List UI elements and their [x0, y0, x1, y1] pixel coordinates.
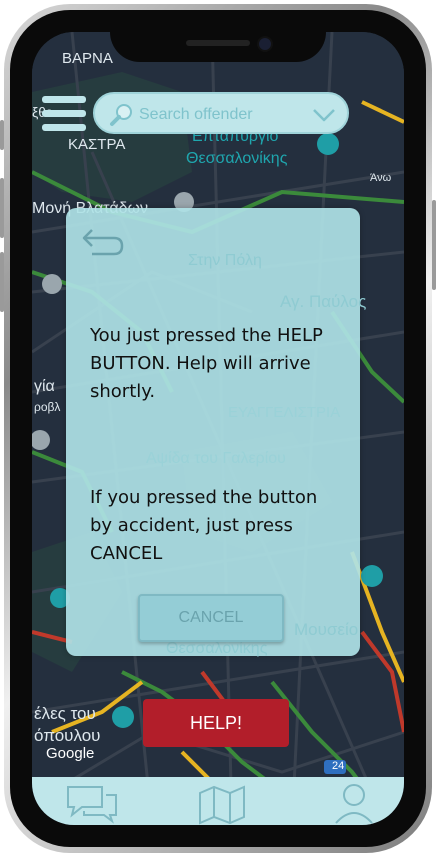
hamburger-icon: [42, 96, 86, 103]
power-button: [432, 200, 436, 290]
notch: [110, 14, 326, 62]
volume-down-button: [0, 252, 4, 312]
help-button[interactable]: HELP!: [143, 699, 289, 747]
bottom-navigation: [32, 777, 404, 825]
map-label: όπουλου: [34, 726, 101, 745]
mute-switch: [0, 120, 4, 150]
map-label: Αψίδα του Γαλερίου: [146, 450, 286, 467]
folded-map-icon[interactable]: [192, 781, 252, 825]
chevron-down-icon[interactable]: [311, 102, 337, 128]
speaker-grille: [186, 40, 250, 46]
hamburger-icon-bar: [42, 110, 86, 117]
map-label: Θεσσαλονίκης: [166, 640, 268, 657]
cancel-instruction: If you pressed the button by accident, j…: [90, 487, 318, 564]
map-label: ροβλ: [34, 400, 61, 414]
map-label: έλες του: [34, 704, 96, 723]
search-placeholder: Search offender: [139, 106, 253, 123]
search-offender-input[interactable]: Search offender: [93, 92, 349, 134]
map-label: Στην Πόλη: [188, 252, 262, 269]
road-number-badge: 24: [332, 760, 345, 772]
help-message: You just pressed the HELP BUTTON. Help w…: [90, 325, 323, 402]
map-label: Θεσσαλονίκης: [186, 150, 288, 167]
map-label: Αγ. Παύλος: [280, 292, 367, 311]
front-camera: [257, 36, 273, 52]
map-label: ΒΑΡΝΑ: [62, 50, 113, 67]
back-arrow-icon[interactable]: [80, 226, 124, 258]
map-label: Άνω: [370, 172, 392, 184]
cancel-button[interactable]: CANCEL: [138, 594, 284, 642]
map-label: ΕΥΑΓΓΕΛΙΣΤΡΙΑ: [228, 404, 341, 421]
map-label: Μουσείο: [294, 620, 359, 639]
map-label: ΚΑΣΤΡΑ: [68, 136, 126, 153]
hamburger-icon-bar: [42, 124, 86, 131]
help-confirmation-dialog: Στην Πόλη Αγ. Παύλος ΕΥΑΓΓΕΛΙΣΤΡΙΑ Αψίδα…: [66, 208, 366, 657]
user-icon[interactable]: [324, 781, 384, 825]
map-label: γία: [34, 378, 55, 395]
menu-button[interactable]: [42, 96, 86, 132]
google-attribution: Google: [46, 745, 95, 762]
volume-up-button: [0, 178, 4, 238]
chat-bubbles-icon[interactable]: [62, 781, 122, 825]
magnifier-icon: [110, 104, 132, 126]
